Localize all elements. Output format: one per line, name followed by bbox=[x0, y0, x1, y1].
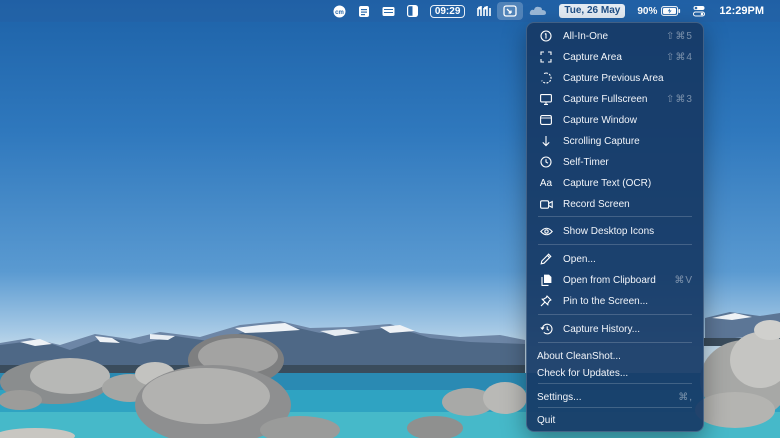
menu-item-label: All-In-One bbox=[563, 30, 609, 42]
capture-area-icon bbox=[538, 49, 554, 65]
menu-item-capture-area[interactable]: Capture Area ⇧⌘4 bbox=[532, 47, 698, 67]
menu-item-label: Scrolling Capture bbox=[563, 135, 640, 147]
menu-item-label: Capture Fullscreen bbox=[563, 93, 648, 105]
arrow-down-icon bbox=[538, 133, 554, 149]
menu-item-settings[interactable]: Settings... ⌘, bbox=[532, 387, 698, 407]
menu-item-show-desktop-icons[interactable]: Show Desktop Icons bbox=[532, 221, 698, 241]
clock[interactable]: 12:29PM bbox=[711, 0, 770, 22]
cleanshot-icon[interactable] bbox=[497, 2, 524, 20]
history-clock-icon bbox=[538, 321, 554, 337]
menu-item-pin-to-screen[interactable]: Pin to the Screen... bbox=[532, 291, 698, 311]
timer-icon bbox=[538, 154, 554, 170]
sidebar-app-icon[interactable] bbox=[401, 0, 424, 22]
menu-item-shortcut: ⌘, bbox=[678, 391, 693, 403]
text-aa-icon: Aa bbox=[538, 175, 554, 191]
clipboard-document-icon bbox=[538, 272, 554, 288]
menu-item-open-from-clipboard[interactable]: Open from Clipboard ⌘V bbox=[532, 270, 698, 290]
pin-icon bbox=[538, 293, 554, 309]
menu-item-label: About CleanShot... bbox=[537, 350, 621, 362]
menu-item-all-in-one[interactable]: All-In-One ⇧⌘5 bbox=[532, 26, 698, 46]
menu-item-label: Quit bbox=[537, 414, 556, 426]
menu-item-label: Capture Window bbox=[563, 114, 637, 126]
cloud-icon[interactable] bbox=[523, 0, 553, 22]
text-aa-glyph: Aa bbox=[539, 177, 553, 189]
menu-separator bbox=[538, 216, 692, 217]
video-camera-icon bbox=[538, 196, 554, 212]
menu-item-capture-window[interactable]: Capture Window bbox=[532, 110, 698, 130]
keyboard-app-icon[interactable] bbox=[376, 0, 401, 22]
menu-item-capture-previous-area[interactable]: Capture Previous Area bbox=[532, 68, 698, 88]
menu-item-label: Self-Timer bbox=[563, 156, 609, 168]
eye-icon bbox=[538, 223, 554, 239]
menu-separator bbox=[538, 342, 692, 343]
menu-separator bbox=[538, 314, 692, 315]
cm-app-label: cm bbox=[335, 10, 344, 16]
music-app-icon[interactable] bbox=[471, 0, 497, 22]
battery-status[interactable]: 90% bbox=[631, 0, 687, 22]
display-icon bbox=[538, 91, 554, 107]
menu-item-capture-fullscreen[interactable]: Capture Fullscreen ⇧⌘3 bbox=[532, 89, 698, 109]
menu-item-shortcut: ⇧⌘5 bbox=[666, 30, 693, 42]
date-text: Tue, 26 May bbox=[559, 4, 626, 18]
stack-app-icon[interactable] bbox=[352, 0, 376, 22]
date-display[interactable]: Tue, 26 May bbox=[553, 0, 631, 22]
control-center-icon[interactable] bbox=[687, 0, 711, 22]
menu-item-label: Show Desktop Icons bbox=[563, 225, 655, 237]
menu-item-label: Settings... bbox=[537, 391, 582, 403]
menu-item-quit[interactable]: Quit bbox=[532, 410, 698, 430]
menu-bar: cm 09:29 Tue, 26 May 90% 12:29PM bbox=[0, 0, 780, 22]
menu-separator bbox=[538, 244, 692, 245]
battery-icon bbox=[661, 6, 681, 16]
menu-separator bbox=[538, 383, 692, 384]
menu-item-capture-history[interactable]: Capture History... bbox=[532, 319, 698, 339]
menu-item-label: Open from Clipboard bbox=[563, 274, 656, 286]
menu-item-capture-text-ocr[interactable]: Aa Capture Text (OCR) bbox=[532, 173, 698, 193]
window-icon bbox=[538, 112, 554, 128]
menu-item-label: Capture Text (OCR) bbox=[563, 177, 652, 189]
menu-separator bbox=[538, 407, 692, 408]
menu-item-label: Capture Area bbox=[563, 51, 622, 63]
cm-app-icon[interactable]: cm bbox=[327, 0, 352, 22]
timer-text: 09:29 bbox=[429, 4, 466, 18]
menu-item-label: Pin to the Screen... bbox=[563, 295, 649, 307]
menu-item-shortcut: ⇧⌘4 bbox=[666, 51, 693, 63]
menu-item-scrolling-capture[interactable]: Scrolling Capture bbox=[532, 131, 698, 151]
all-in-one-icon bbox=[538, 28, 554, 44]
menu-item-record-screen[interactable]: Record Screen bbox=[532, 194, 698, 214]
menu-item-label: Capture History... bbox=[563, 323, 641, 335]
menu-item-label: Capture Previous Area bbox=[563, 72, 664, 84]
menu-item-shortcut: ⌘V bbox=[674, 274, 693, 286]
menu-item-self-timer[interactable]: Self-Timer bbox=[532, 152, 698, 172]
menu-item-check-for-updates[interactable]: Check for Updates... bbox=[532, 363, 698, 383]
menu-item-label: Check for Updates... bbox=[537, 367, 629, 379]
previous-area-icon bbox=[538, 70, 554, 86]
timer-display[interactable]: 09:29 bbox=[424, 0, 472, 22]
cleanshot-menu: All-In-One ⇧⌘5 Capture Area ⇧⌘4 Capture … bbox=[526, 22, 704, 432]
menu-item-label: Open... bbox=[563, 253, 596, 265]
pencil-icon bbox=[538, 251, 554, 267]
menu-item-open[interactable]: Open... bbox=[532, 249, 698, 269]
menu-item-shortcut: ⇧⌘3 bbox=[666, 93, 693, 105]
battery-percent: 90% bbox=[637, 5, 658, 17]
menu-item-label: Record Screen bbox=[563, 198, 630, 210]
